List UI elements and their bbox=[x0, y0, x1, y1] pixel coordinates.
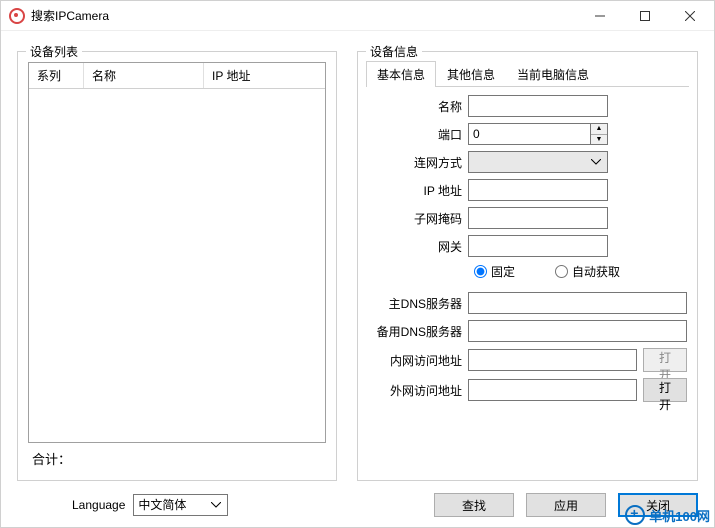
device-list-group: 设备列表 系列 名称 IP 地址 合计： bbox=[17, 51, 337, 481]
select-conntype[interactable] bbox=[468, 151, 608, 173]
label-ip: IP 地址 bbox=[368, 182, 468, 199]
watermark-icon bbox=[625, 505, 645, 525]
watermark: 单机100网 bbox=[625, 505, 710, 525]
label-primary-dns: 主DNS服务器 bbox=[368, 295, 468, 312]
language-select[interactable]: 中文简体 bbox=[133, 494, 228, 516]
col-series[interactable]: 系列 bbox=[29, 63, 84, 88]
titlebar: 搜索IPCamera bbox=[1, 1, 714, 31]
window-title: 搜索IPCamera bbox=[31, 7, 577, 24]
col-name[interactable]: 名称 bbox=[84, 63, 204, 88]
bottom-bar: Language 中文简体 查找 应用 关闭 bbox=[17, 481, 698, 517]
input-subnet[interactable] bbox=[468, 207, 608, 229]
total-label: 合计： bbox=[28, 443, 326, 470]
input-gateway[interactable] bbox=[468, 235, 608, 257]
radio-fixed[interactable] bbox=[474, 265, 487, 278]
spin-up-icon[interactable]: ▲ bbox=[591, 124, 607, 135]
label-gateway: 网关 bbox=[368, 238, 468, 255]
label-external-url: 外网访问地址 bbox=[368, 382, 468, 399]
input-backup-dns[interactable] bbox=[468, 320, 687, 342]
info-tabs: 基本信息 其他信息 当前电脑信息 bbox=[366, 60, 689, 87]
radio-fixed-item[interactable]: 固定 bbox=[474, 263, 515, 280]
spin-down-icon[interactable]: ▼ bbox=[591, 135, 607, 145]
table-body[interactable] bbox=[29, 89, 325, 442]
maximize-button[interactable] bbox=[622, 2, 667, 30]
label-subnet: 子网掩码 bbox=[368, 210, 468, 227]
input-port[interactable] bbox=[468, 123, 590, 145]
search-button[interactable]: 查找 bbox=[434, 493, 514, 517]
radio-auto[interactable] bbox=[555, 265, 568, 278]
close-button[interactable] bbox=[667, 2, 712, 30]
label-internal-url: 内网访问地址 bbox=[368, 352, 468, 369]
app-window: 搜索IPCamera 设备列表 系列 名称 IP 地址 bbox=[0, 0, 715, 528]
input-internal-url[interactable] bbox=[468, 349, 637, 371]
label-conntype: 连网方式 bbox=[368, 154, 468, 171]
port-spinner[interactable]: ▲ ▼ bbox=[590, 123, 608, 145]
device-table[interactable]: 系列 名称 IP 地址 bbox=[28, 62, 326, 443]
tab-pc[interactable]: 当前电脑信息 bbox=[506, 61, 600, 87]
col-ip[interactable]: IP 地址 bbox=[204, 63, 325, 88]
label-name: 名称 bbox=[368, 98, 468, 115]
tab-basic[interactable]: 基本信息 bbox=[366, 61, 436, 87]
apply-button[interactable]: 应用 bbox=[526, 493, 606, 517]
device-list-legend: 设备列表 bbox=[26, 43, 82, 60]
table-header: 系列 名称 IP 地址 bbox=[29, 63, 325, 89]
open-external-button[interactable]: 打开 bbox=[643, 378, 687, 402]
minimize-button[interactable] bbox=[577, 2, 622, 30]
app-icon bbox=[9, 8, 25, 24]
language-label: Language bbox=[72, 498, 125, 512]
input-ip[interactable] bbox=[468, 179, 608, 201]
label-backup-dns: 备用DNS服务器 bbox=[368, 323, 468, 340]
input-name[interactable] bbox=[468, 95, 608, 117]
open-internal-button[interactable]: 打开 bbox=[643, 348, 687, 372]
device-info-legend: 设备信息 bbox=[366, 43, 422, 60]
radio-auto-item[interactable]: 自动获取 bbox=[555, 263, 620, 280]
input-external-url[interactable] bbox=[468, 379, 637, 401]
input-primary-dns[interactable] bbox=[468, 292, 687, 314]
tab-other[interactable]: 其他信息 bbox=[436, 61, 506, 87]
label-port: 端口 bbox=[368, 126, 468, 143]
device-info-group: 设备信息 基本信息 其他信息 当前电脑信息 名称 端口 bbox=[357, 51, 698, 481]
